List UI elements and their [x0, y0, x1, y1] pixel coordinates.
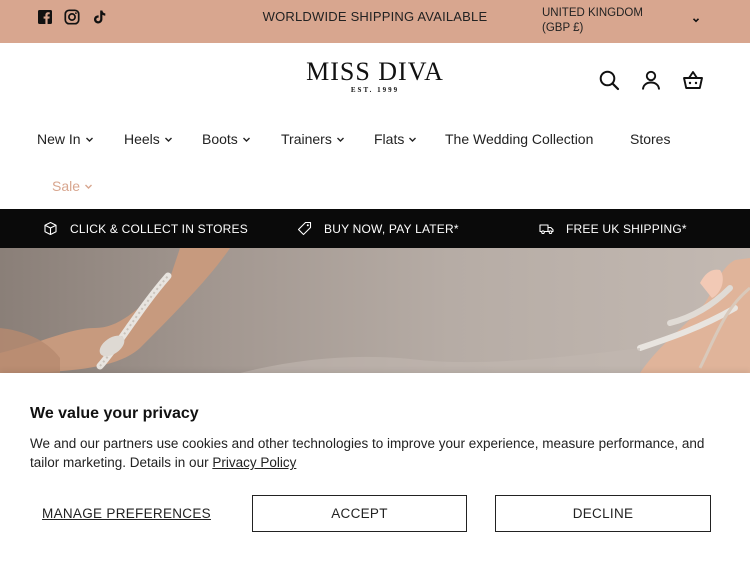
nav-item-stores[interactable]: Stores	[630, 131, 670, 147]
usp-click-collect[interactable]: CLICK & COLLECT IN STORES	[43, 209, 248, 248]
account-icon[interactable]	[640, 69, 662, 91]
site-header: MISS DIVA EST. 1999	[0, 43, 750, 119]
nav-item-new-in[interactable]: New In	[37, 131, 94, 147]
truck-icon	[539, 224, 554, 234]
chevron-down-icon	[85, 137, 93, 142]
privacy-policy-link[interactable]: Privacy Policy	[212, 455, 296, 470]
country-name: UNITED KINGDOM	[542, 7, 643, 19]
usp-bar: CLICK & COLLECT IN STORES BUY NOW, PAY L…	[0, 209, 750, 248]
chevron-down-icon[interactable]	[690, 14, 702, 26]
nav-item-label: Trainers	[281, 131, 332, 147]
currency-label: (GBP £)	[542, 22, 584, 34]
nav-item-label: Heels	[124, 131, 160, 147]
announcement-bar: WORLDWIDE SHIPPING AVAILABLE UNITED KING…	[0, 0, 750, 43]
hero-image[interactable]	[0, 248, 750, 373]
chevron-down-icon	[409, 137, 417, 142]
cookie-description: We and our partners use cookies and othe…	[30, 434, 720, 472]
cookie-title: We value your privacy	[30, 405, 199, 422]
chevron-down-icon	[164, 137, 172, 142]
manage-preferences-button[interactable]: MANAGE PREFERENCES	[30, 495, 223, 532]
usp-label: BUY NOW, PAY LATER*	[324, 221, 459, 236]
header-actions	[598, 69, 704, 91]
chevron-down-icon	[336, 137, 344, 142]
chevron-down-icon	[242, 137, 250, 142]
nav-item-label: Boots	[202, 131, 238, 147]
nav-item-label: Stores	[630, 131, 671, 147]
nav-item-boots[interactable]: Boots	[202, 131, 251, 147]
basket-icon[interactable]	[682, 69, 704, 91]
nav-item-label: The Wedding Collection	[445, 131, 594, 147]
tag-icon	[297, 221, 312, 236]
usp-free-shipping[interactable]: FREE UK SHIPPING*	[539, 209, 687, 248]
cookie-text: We and our partners use cookies and othe…	[30, 436, 705, 470]
search-icon[interactable]	[598, 69, 620, 91]
nav-item-label: Sale	[52, 178, 81, 194]
main-navigation: New In Heels Boots Trainers Flats The We…	[0, 119, 750, 209]
nav-item-flats[interactable]: Flats	[374, 131, 417, 147]
box-icon	[44, 221, 57, 236]
nav-item-wedding-collection[interactable]: The Wedding Collection	[445, 131, 593, 147]
nav-item-trainers[interactable]: Trainers	[281, 131, 345, 147]
nav-item-sale[interactable]: Sale	[52, 178, 93, 194]
hero-illustration	[0, 248, 750, 373]
usp-label: CLICK & COLLECT IN STORES	[70, 221, 248, 236]
accept-button[interactable]: ACCEPT	[252, 495, 467, 532]
usp-label: FREE UK SHIPPING*	[566, 221, 687, 236]
nav-item-label: Flats	[374, 131, 405, 147]
country-selector[interactable]: UNITED KINGDOM (GBP £)	[542, 6, 643, 36]
cookie-banner: We value your privacy We and our partner…	[0, 373, 750, 563]
usp-pay-later[interactable]: BUY NOW, PAY LATER*	[297, 209, 459, 248]
nav-item-heels[interactable]: Heels	[124, 131, 173, 147]
chevron-down-icon	[85, 184, 93, 189]
nav-item-label: New In	[37, 131, 81, 147]
decline-button[interactable]: DECLINE	[495, 495, 711, 532]
